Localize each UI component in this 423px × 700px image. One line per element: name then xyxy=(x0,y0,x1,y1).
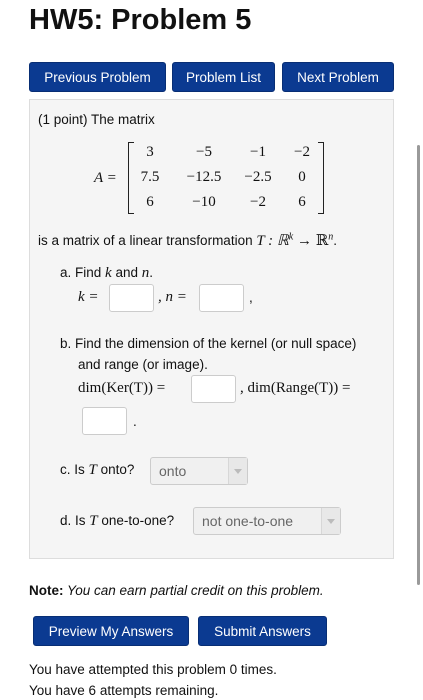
dim-range-label: , dim(Range(T)) = xyxy=(240,380,351,396)
scrollbar[interactable] xyxy=(417,145,420,585)
part-a-trailing-comma: , xyxy=(249,290,253,305)
attempts-status: You have attempted this problem 0 times. xyxy=(29,662,277,677)
onto-select[interactable]: onto xyxy=(150,457,248,485)
statement-line: is a matrix of a linear transformation T… xyxy=(38,231,337,250)
part-d-T: T xyxy=(89,513,98,529)
next-problem-button[interactable]: Next Problem xyxy=(282,62,394,92)
part-a-k: k xyxy=(105,265,112,281)
dim-ker-label: dim(Ker(T)) = xyxy=(78,380,166,396)
previous-problem-button[interactable]: Previous Problem xyxy=(29,62,166,92)
problem-list-button[interactable]: Problem List xyxy=(172,62,275,92)
onto-select-value: onto xyxy=(159,463,187,479)
matrix-cell: −10 xyxy=(192,194,216,210)
statement-math: T : ℝ xyxy=(256,233,289,249)
matrix: 3 −5 −1 −2 7.5 −12.5 −2.5 0 6 −10 −2 6 xyxy=(94,142,334,214)
part-a-text: a. Find xyxy=(60,265,106,280)
matrix-cell: −2 xyxy=(250,194,266,210)
part-c-label: c. Is T onto? xyxy=(60,462,134,479)
part-d-text: d. Is xyxy=(60,513,90,528)
note-text: You can earn partial credit on this prob… xyxy=(63,583,324,598)
problem-intro: (1 point) The matrix xyxy=(38,112,155,127)
chevron-down-icon xyxy=(321,508,340,534)
part-c-text: c. Is xyxy=(60,462,89,477)
matrix-cell: 3 xyxy=(146,144,154,160)
statement-arrow: → ℝ xyxy=(293,233,329,249)
matrix-cell: −2.5 xyxy=(244,169,272,185)
part-d-label: d. Is T one-to-one? xyxy=(60,513,174,530)
one-to-one-select[interactable]: not one-to-one xyxy=(193,507,341,535)
matrix-cell: 0 xyxy=(298,169,306,185)
matrix-cell: −12.5 xyxy=(186,169,222,185)
submit-answers-button[interactable]: Submit Answers xyxy=(198,616,327,646)
k-equals-label: k = xyxy=(78,289,99,305)
k-answer-input[interactable] xyxy=(109,284,154,312)
note: Note: You can earn partial credit on thi… xyxy=(29,583,324,598)
matrix-cell: 7.5 xyxy=(140,169,160,185)
part-b-line2: and range (or image). xyxy=(78,357,208,372)
attempts-remaining: You have 6 attempts remaining. xyxy=(29,683,219,698)
matrix-cell: 6 xyxy=(298,194,306,210)
matrix-cell: −1 xyxy=(250,144,266,160)
n-equals-label: , n = xyxy=(158,289,187,305)
dim-ker-input[interactable] xyxy=(191,375,236,403)
statement-text: is a matrix of a linear transformation xyxy=(38,233,257,248)
part-b-line1: b. Find the dimension of the kernel (or … xyxy=(60,336,357,351)
part-a-dot: . xyxy=(149,265,153,280)
part-b-trailing-period: . xyxy=(133,414,137,429)
dim-range-input[interactable] xyxy=(82,407,127,435)
statement-period: . xyxy=(333,233,337,248)
n-answer-input[interactable] xyxy=(199,284,244,312)
matrix-cell: −5 xyxy=(196,144,212,160)
one-to-one-select-value: not one-to-one xyxy=(202,513,294,529)
preview-answers-button[interactable]: Preview My Answers xyxy=(33,616,189,646)
part-a-and: and xyxy=(111,265,142,280)
part-c-question: onto? xyxy=(96,462,135,477)
matrix-cell: 6 xyxy=(146,194,154,210)
note-bold: Note: xyxy=(29,583,64,598)
matrix-cell: −2 xyxy=(294,144,310,160)
part-c-T: T xyxy=(88,462,97,478)
page-title: HW5: Problem 5 xyxy=(29,4,252,36)
chevron-down-icon xyxy=(228,458,247,484)
part-a-label: a. Find k and n. xyxy=(60,265,153,282)
part-d-question: one-to-one? xyxy=(97,513,175,528)
